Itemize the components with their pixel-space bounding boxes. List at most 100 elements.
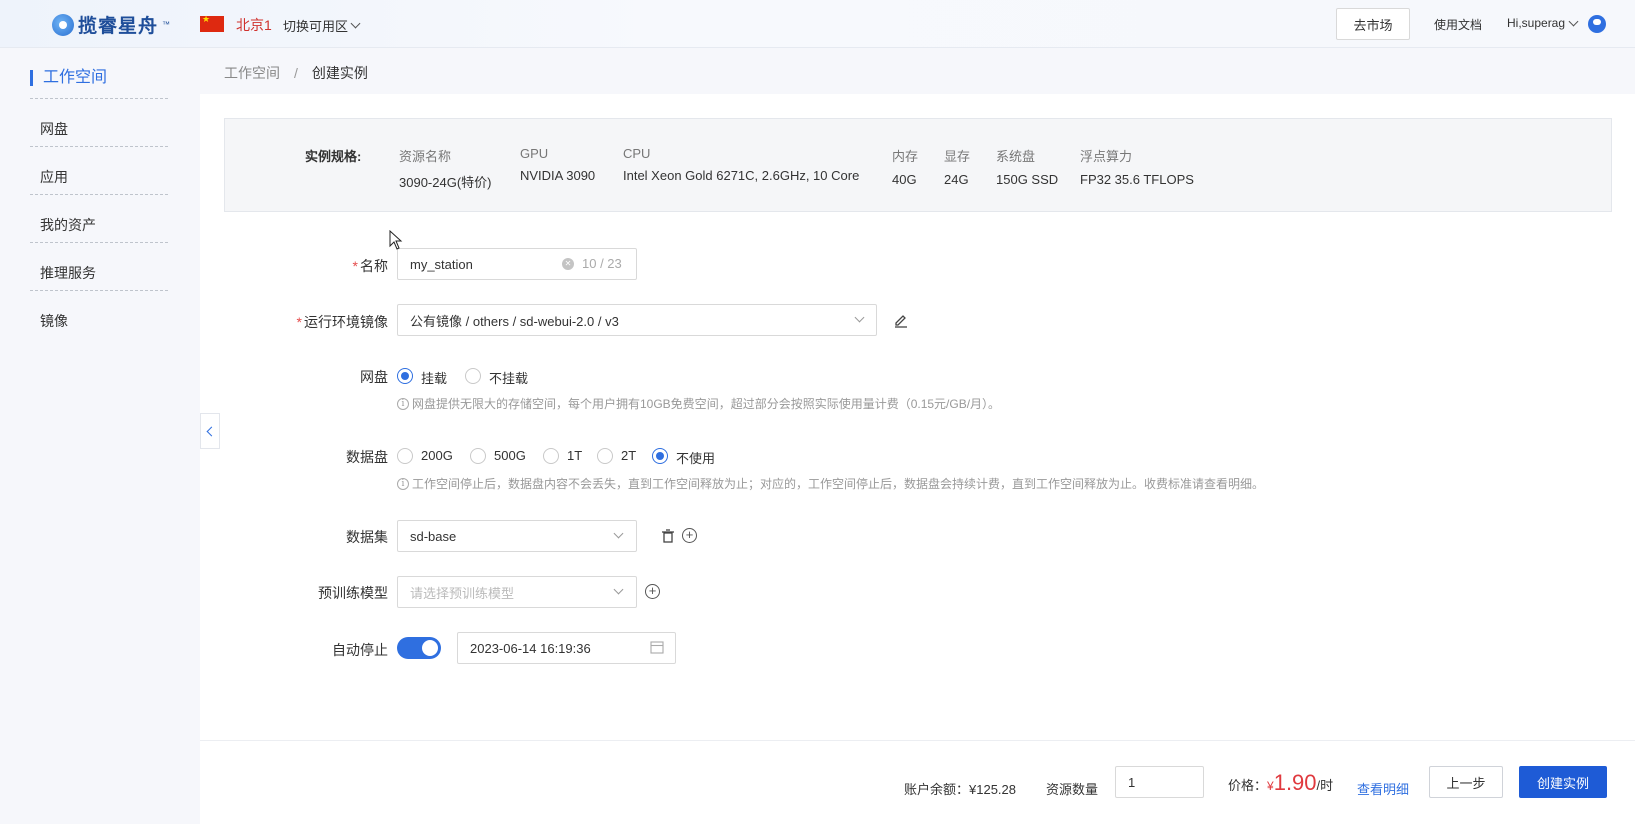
delete-icon[interactable] [660,528,676,544]
spec-memory: 内存 40G [892,146,918,187]
breadcrumb: 工作空间 / 创建实例 [224,63,368,83]
divider [30,194,168,195]
radio-label[interactable]: 500G [494,448,526,463]
edit-icon[interactable] [893,312,909,328]
radio-datadisk-500g[interactable] [470,448,486,464]
spec-value: NVIDIA 3090 [520,168,596,183]
spec-gpu: GPU NVIDIA 3090 [520,146,595,183]
spec-system-disk: 系统盘 150G SSD [996,146,1058,187]
autostop-datetime[interactable]: 2023-06-14 16:19:36 [457,632,676,664]
user-menu[interactable]: Hi,superag [1507,16,1579,30]
spec-header: CPU [623,146,651,161]
sidebar-item-images[interactable]: 镜像 [40,311,68,331]
image-select[interactable]: 公有镜像 / others / sd-webui-2.0 / v3 [397,304,877,336]
dataset-select[interactable]: sd-base [397,520,637,552]
breadcrumb-bar: 工作空间 / 创建实例 [200,48,1635,94]
radio-label[interactable]: 挂载 [421,368,447,387]
quantity-label: 资源数量 [1046,782,1099,797]
price-label: 价格： [1228,778,1268,793]
chevron-left-icon [206,426,217,436]
trademark-mark: ™ [162,20,171,29]
instance-spec-panel: 实例规格: 资源名称 3090-24G(特价) GPU NVIDIA 3090 … [224,118,1612,212]
go-market-button[interactable]: 去市场 [1336,8,1410,40]
add-circle-icon[interactable]: + [645,584,660,599]
radio-datadisk-200g[interactable] [397,448,413,464]
quantity-input[interactable]: 1 [1115,766,1204,798]
logo[interactable]: 揽睿星舟 ™ [52,11,170,38]
sidebar-item-netdisk[interactable]: 网盘 [40,119,68,139]
china-flag-icon [200,14,224,32]
switch-zone-label: 切换可用区 [283,19,349,34]
breadcrumb-current: 创建实例 [311,65,368,81]
spec-value: 150G SSD [996,172,1059,187]
price-value: 1.90 [1273,770,1317,795]
footer-divider [200,740,1635,741]
sidebar-item-assets[interactable]: 我的资产 [40,215,96,235]
switch-zone-dropdown[interactable]: 切换可用区 [283,16,361,35]
divider [30,146,168,147]
avatar[interactable] [1588,15,1606,33]
divider [30,290,168,291]
info-icon: i [397,397,409,410]
radio-netdisk-unmount[interactable] [465,368,481,384]
quantity-value: 1 [1128,774,1136,790]
radio-label[interactable]: 不使用 [676,448,715,467]
spec-header: 显存 [944,149,971,164]
sidebar-item-inference[interactable]: 推理服务 [40,263,96,283]
radio-label[interactable]: 2T [621,448,636,463]
pretrained-placeholder: 请选择预训练模型 [410,585,515,601]
spec-label: 实例规格: [305,149,362,164]
breadcrumb-separator: / [294,65,298,81]
breadcrumb-workspace[interactable]: 工作空间 [224,65,280,81]
sidebar-item-apps[interactable]: 应用 [40,167,68,187]
radio-datadisk-2t[interactable] [597,448,613,464]
spec-resource: 资源名称 3090-24G(特价) [399,146,491,191]
autostop-toggle[interactable] [397,637,441,659]
radio-datadisk-none[interactable] [652,448,668,464]
char-count: 10 / 23 [582,256,622,271]
dataset-select-value: sd-base [410,528,457,544]
add-circle-icon[interactable]: + [682,528,697,543]
spec-header: 系统盘 [996,149,1036,164]
chevron-down-icon [350,18,361,29]
spec-vram: 显存 24G [944,146,970,187]
radio-label[interactable]: 200G [421,448,453,463]
dataset-label: 数据集 [346,529,388,545]
radio-datadisk-1t[interactable] [543,448,559,464]
spec-value: 40G [892,172,917,187]
view-detail-link[interactable]: 查看明细 [1357,779,1409,798]
radio-netdisk-mount[interactable] [397,368,413,384]
sidebar-collapse-button[interactable] [200,413,220,449]
prev-step-button[interactable]: 上一步 [1429,766,1503,798]
chevron-down-icon [1568,16,1579,26]
pretrained-select[interactable]: 请选择预训练模型 [397,576,637,608]
sidebar: 工作空间 网盘 应用 我的资产 推理服务 镜像 [0,48,200,824]
image-select-value: 公有镜像 / others / sd-webui-2.0 / v3 [410,313,619,329]
spec-value: 3090-24G(特价) [399,175,492,190]
sidebar-title-workspace[interactable]: 工作空间 [30,70,107,86]
radio-label[interactable]: 不挂载 [489,368,528,387]
top-header: 揽睿星舟 ™ 北京1 切换可用区 去市场 使用文档 Hi,superag [0,0,1635,48]
account-balance: 账户余额：¥125.28 [904,782,1016,797]
spec-header: 资源名称 [399,149,452,164]
spec-value: Intel Xeon Gold 6271C, 2.6GHz, 10 Core [623,168,860,183]
logo-icon [52,13,74,36]
docs-link[interactable]: 使用文档 [1434,16,1482,33]
user-greeting: Hi,superag [1507,16,1566,30]
radio-label[interactable]: 1T [567,448,582,463]
calendar-icon [650,641,664,654]
logo-text: 揽睿星舟 [78,16,159,37]
datadisk-label: 数据盘 [346,449,388,465]
mouse-cursor-icon [389,230,403,250]
spec-cpu: CPU Intel Xeon Gold 6271C, 2.6GHz, 10 Co… [623,146,859,183]
divider [30,242,168,243]
autostop-label: 自动停止 [332,642,388,658]
spec-header: 浮点算力 [1080,149,1133,164]
spec-flops: 浮点算力 FP32 35.6 TFLOPS [1080,146,1194,187]
region-name: 北京1 [236,17,272,33]
create-instance-button[interactable]: 创建实例 [1519,766,1607,798]
name-label: * 名称 [352,258,388,274]
clear-icon[interactable]: ✕ [562,258,574,270]
price: 价格：¥1.90/时 [1228,770,1333,796]
spec-value: 24G [944,172,969,187]
